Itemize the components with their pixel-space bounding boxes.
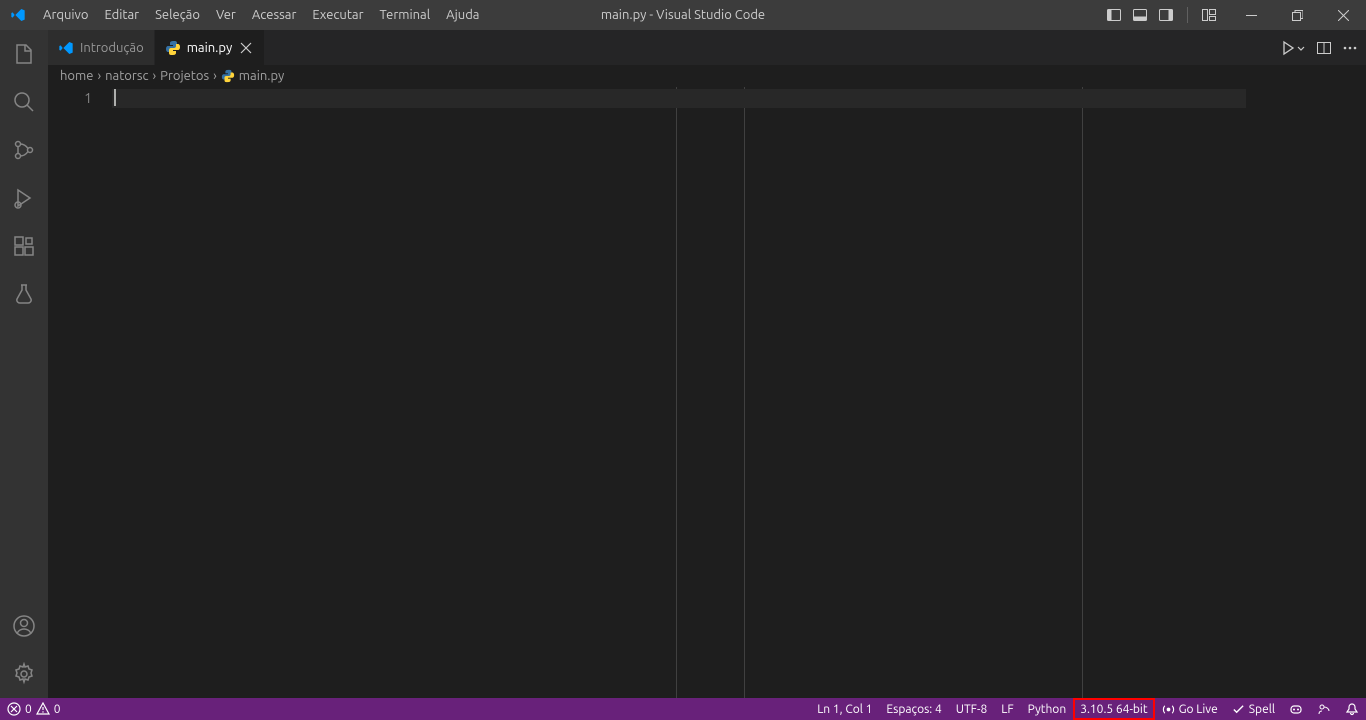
spell-label: Spell (1249, 703, 1275, 716)
activity-search-icon[interactable] (0, 78, 48, 126)
customize-layout-icon[interactable] (1198, 4, 1220, 26)
editor-ruler (744, 87, 745, 698)
activity-scm-icon[interactable] (0, 126, 48, 174)
breadcrumb-projetos[interactable]: Projetos (160, 69, 209, 83)
code-editor[interactable] (112, 87, 1246, 698)
status-encoding[interactable]: UTF-8 (949, 698, 994, 720)
menu-go[interactable]: Acessar (244, 0, 305, 30)
window-maximize-icon[interactable] (1274, 0, 1320, 30)
titlebar: Arquivo Editar Seleção Ver Acessar Execu… (0, 0, 1366, 30)
status-notifications-icon[interactable] (1338, 698, 1366, 720)
activity-testing-icon[interactable] (0, 270, 48, 318)
tab-label: Introdução (80, 41, 144, 55)
separator (1187, 7, 1188, 23)
tab-main-py[interactable]: main.py (155, 30, 266, 65)
split-editor-icon[interactable] (1316, 40, 1332, 56)
chevron-right-icon: › (211, 69, 219, 83)
breadcrumb-file-label: main.py (239, 69, 285, 83)
tab-actions (1280, 30, 1366, 65)
status-go-live[interactable]: Go Live (1155, 698, 1225, 720)
warning-count: 0 (54, 703, 61, 716)
activity-run-debug-icon[interactable] (0, 174, 48, 222)
status-python-interpreter[interactable]: 3.10.5 64-bit (1073, 698, 1154, 720)
menu-edit[interactable]: Editar (96, 0, 147, 30)
editor-area: Introdução main.py home › natorsc › Proj… (48, 30, 1366, 698)
status-eol[interactable]: LF (994, 698, 1020, 720)
status-spell[interactable]: Spell (1225, 698, 1282, 720)
window-minimize-icon[interactable] (1228, 0, 1274, 30)
menu-file[interactable]: Arquivo (35, 0, 96, 30)
breadcrumb-natorsc[interactable]: natorsc (105, 69, 148, 83)
menu-view[interactable]: Ver (208, 0, 244, 30)
toggle-primary-sidebar-icon[interactable] (1103, 4, 1125, 26)
tabs-bar: Introdução main.py (48, 30, 1366, 65)
activity-extensions-icon[interactable] (0, 222, 48, 270)
error-count: 0 (25, 703, 32, 716)
python-icon (165, 40, 181, 56)
go-live-label: Go Live (1179, 703, 1218, 716)
minimap[interactable] (1246, 87, 1366, 698)
text-cursor (114, 89, 116, 106)
breadcrumbs: home › natorsc › Projetos › main.py (48, 65, 1366, 87)
main-area: Introdução main.py home › natorsc › Proj… (0, 30, 1366, 698)
editor-ruler (676, 87, 677, 698)
line-number-gutter: 1 (48, 87, 112, 698)
error-icon (7, 702, 21, 716)
status-bar: 0 0 Ln 1, Col 1 Espaços: 4 UTF-8 LF Pyth… (0, 698, 1366, 720)
status-indentation[interactable]: Espaços: 4 (879, 698, 948, 720)
vscode-icon (58, 40, 74, 56)
toggle-panel-icon[interactable] (1129, 4, 1151, 26)
line-number: 1 (48, 89, 92, 108)
window-close-icon[interactable] (1320, 0, 1366, 30)
breadcrumb-home[interactable]: home (60, 69, 93, 83)
more-actions-icon[interactable] (1342, 40, 1358, 56)
close-icon[interactable] (238, 40, 254, 56)
chevron-right-icon: › (151, 69, 159, 83)
activity-settings-icon[interactable] (0, 650, 48, 698)
activity-explorer-icon[interactable] (0, 30, 48, 78)
window-title: main.py - Visual Studio Code (601, 8, 765, 22)
menu-run[interactable]: Executar (304, 0, 371, 30)
activity-bar (0, 30, 48, 698)
warning-icon (36, 702, 50, 716)
status-language-mode[interactable]: Python (1021, 698, 1074, 720)
python-icon (221, 69, 235, 83)
menubar: Arquivo Editar Seleção Ver Acessar Execu… (35, 0, 487, 30)
breadcrumb-file[interactable]: main.py (221, 69, 285, 83)
check-icon (1232, 703, 1245, 716)
chevron-right-icon: › (95, 69, 103, 83)
menu-selection[interactable]: Seleção (147, 0, 208, 30)
menu-terminal[interactable]: Terminal (372, 0, 439, 30)
status-copilot-icon[interactable] (1282, 698, 1310, 720)
vscode-logo-icon (0, 7, 35, 23)
broadcast-icon (1162, 703, 1175, 716)
status-feedback-icon[interactable] (1310, 698, 1338, 720)
tab-introducao[interactable]: Introdução (48, 30, 155, 65)
toggle-secondary-sidebar-icon[interactable] (1155, 4, 1177, 26)
activity-accounts-icon[interactable] (0, 602, 48, 650)
code-line (112, 89, 1246, 108)
status-problems[interactable]: 0 0 (0, 698, 68, 720)
editor-body: 1 (48, 87, 1366, 698)
run-file-icon[interactable] (1280, 40, 1306, 56)
menu-help[interactable]: Ajuda (438, 0, 487, 30)
status-cursor-position[interactable]: Ln 1, Col 1 (810, 698, 879, 720)
editor-ruler (1082, 87, 1083, 698)
tab-label: main.py (187, 41, 233, 55)
